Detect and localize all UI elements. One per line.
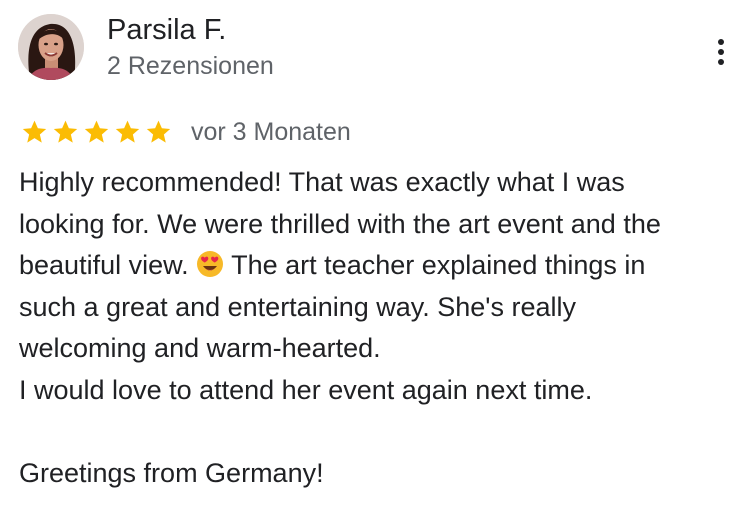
review-line: Greetings from Germany! (19, 458, 324, 489)
review-line: such a great and entertaining way. She's… (19, 291, 576, 322)
star-icon (84, 120, 109, 143)
review-line: Highly recommended! That was exactly wha… (19, 167, 625, 197)
review-line: welcoming and warm-hearted. (19, 333, 381, 364)
review-text: Highly recommended! That was exactly wha… (19, 162, 739, 495)
more-vert-icon (718, 39, 724, 65)
star-rating (20, 118, 173, 146)
star-icon (22, 120, 47, 143)
star-icon (115, 120, 140, 143)
avatar-image (18, 14, 84, 80)
review-date: vor 3 Monaten (191, 118, 351, 146)
review-line-part: The art teacher explained things in (231, 250, 646, 281)
star-icon (146, 120, 171, 143)
review-count[interactable]: 2 Rezensionen (107, 50, 274, 82)
heart-eyes-emoji-icon (197, 251, 224, 278)
more-options-button[interactable] (706, 34, 736, 70)
reviewer-name[interactable]: Parsila F. (107, 12, 226, 48)
star-icon (53, 120, 78, 143)
rating-row: vor 3 Monaten (20, 114, 351, 150)
review-card: Parsila F. 2 Rezensionen vor 3 Monaten H… (0, 0, 751, 505)
review-line: looking for. We were thrilled with the a… (19, 208, 661, 239)
avatar[interactable] (18, 14, 84, 80)
review-line: beautiful view. The art teacher explaine… (19, 245, 739, 287)
review-line: I would love to attend her event again n… (19, 374, 593, 405)
review-line-part: beautiful view. (19, 250, 189, 281)
